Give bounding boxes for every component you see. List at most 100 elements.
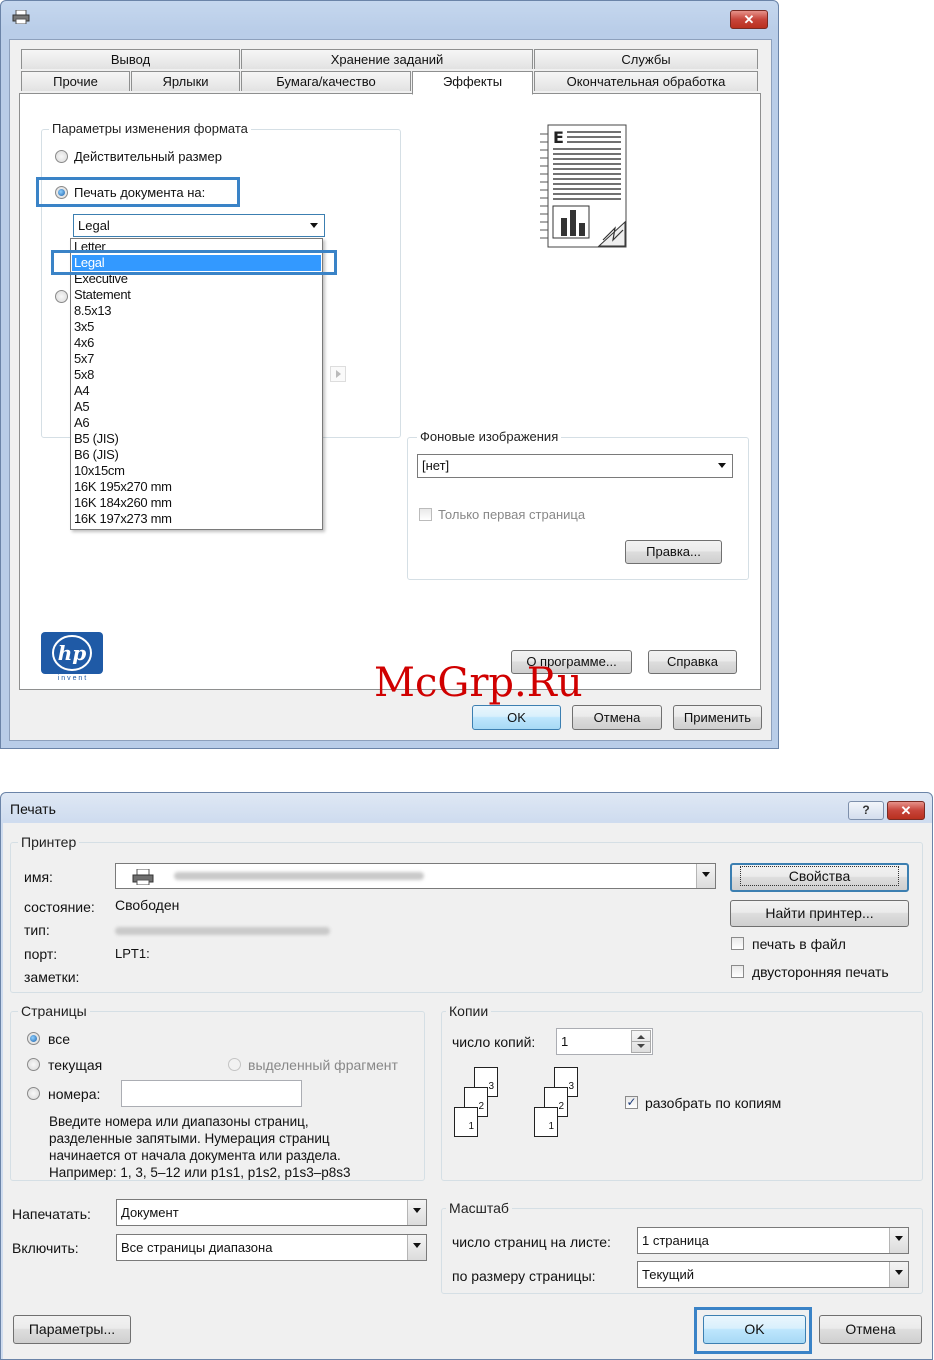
background-image-combo[interactable]: [нет] (417, 454, 733, 478)
paper-option[interactable]: 16K 195x270 mm (74, 479, 172, 495)
print-what-value: Документ (121, 1205, 179, 1220)
paper-option[interactable]: 5x8 (74, 367, 94, 383)
svg-text:hp: hp (58, 641, 87, 665)
include-combo[interactable]: Все страницы диапазона (116, 1234, 427, 1261)
page-icon: 1 (534, 1107, 558, 1137)
pages-numbers-input[interactable] (121, 1080, 302, 1107)
pages-hint: Введите номера или диапазоны страниц, ра… (49, 1113, 351, 1181)
paper-option[interactable]: B6 (JIS) (74, 447, 119, 463)
slider-arrow-icon[interactable] (330, 366, 346, 382)
tab-finishing[interactable]: Окончательная обработка (534, 71, 758, 91)
paper-size-combo[interactable]: Legal (73, 214, 325, 237)
print-to-file-checkbox[interactable] (731, 937, 744, 950)
pages-per-sheet-combo[interactable]: 1 страница (637, 1227, 909, 1254)
pages-selection-radio[interactable] (228, 1058, 241, 1071)
tab-advanced[interactable]: Прочие (21, 71, 130, 91)
pages-numbers-label: номера: (48, 1086, 101, 1102)
printer-type-redacted (115, 927, 330, 935)
print-what-label: Напечатать: (12, 1206, 91, 1222)
properties-button[interactable]: Свойства (730, 863, 909, 892)
tab-services[interactable]: Службы (534, 49, 758, 69)
scale-to-paper-value: Текущий (642, 1267, 694, 1282)
pages-hint-line: разделенные запятыми. Нумерация страниц (49, 1131, 330, 1146)
print-what-combo[interactable]: Документ (116, 1199, 427, 1226)
help-icon[interactable]: ? (848, 801, 884, 820)
paper-option[interactable]: 5x7 (74, 351, 94, 367)
chevron-down-icon[interactable] (305, 215, 324, 236)
apply-button[interactable]: Применить (673, 705, 762, 730)
zoom-group-title: Масштаб (446, 1200, 512, 1216)
tab-job-storage[interactable]: Хранение заданий (241, 49, 533, 69)
include-value: Все страницы диапазона (121, 1240, 273, 1255)
paper-option[interactable]: A5 (74, 399, 90, 415)
hidden-option-radio[interactable] (55, 290, 68, 303)
collate-label: разобрать по копиям (645, 1095, 782, 1111)
tab-shortcuts[interactable]: Ярлыки (131, 71, 240, 91)
pages-numbers-radio[interactable] (27, 1087, 40, 1100)
close-icon[interactable]: ✕ (730, 10, 768, 29)
pages-per-sheet-label: число страниц на листе: (452, 1234, 611, 1250)
chevron-down-icon[interactable] (407, 1235, 426, 1260)
paper-option[interactable]: A4 (74, 383, 90, 399)
paper-option[interactable]: 4x6 (74, 335, 94, 351)
pages-hint-line: Например: 1, 3, 5–12 или p1s1, p1s2, p1s… (49, 1165, 351, 1180)
background-images-title: Фоновые изображения (417, 429, 562, 444)
edit-button[interactable]: Правка... (625, 540, 722, 564)
cancel-button[interactable]: Отмена (819, 1315, 922, 1344)
printer-icon (132, 868, 154, 888)
paper-option[interactable]: B5 (JIS) (74, 431, 119, 447)
print-to-file-label: печать в файл (752, 936, 846, 952)
paper-option[interactable]: A6 (74, 415, 90, 431)
find-printer-button[interactable]: Найти принтер... (730, 900, 909, 927)
pages-hint-line: начинается от начала документа или разде… (49, 1148, 341, 1163)
chevron-down-icon[interactable] (889, 1228, 908, 1253)
tab-paper-quality[interactable]: Бумага/качество (241, 71, 411, 91)
chevron-down-icon[interactable] (889, 1262, 908, 1287)
actual-size-radio[interactable] (55, 150, 68, 163)
tab-output[interactable]: Вывод (21, 49, 240, 69)
printer-icon (12, 9, 30, 25)
cancel-button[interactable]: Отмена (572, 705, 662, 730)
chevron-down-icon[interactable] (407, 1200, 426, 1225)
chevron-down-icon[interactable] (713, 455, 732, 477)
collate-checkbox[interactable]: ✓ (625, 1096, 638, 1109)
printer-type-label: тип: (24, 922, 50, 938)
printer-notes-label: заметки: (24, 969, 80, 985)
first-page-only-checkbox[interactable] (419, 508, 432, 521)
copies-spinner[interactable] (631, 1030, 651, 1053)
tab-effects[interactable]: Эффекты (412, 71, 533, 95)
paper-option[interactable]: Statement (74, 287, 131, 303)
scale-to-paper-label: по размеру страницы: (452, 1268, 596, 1284)
svg-text:E: E (553, 128, 564, 147)
paper-option[interactable]: 8.5x13 (74, 303, 112, 319)
paper-size-dropdown-list[interactable]: Letter Legal Executive Statement 8.5x13 … (70, 238, 323, 530)
paper-option[interactable]: 3x5 (74, 319, 94, 335)
first-page-only-label: Только первая страница (438, 507, 586, 522)
properties-button-label: Свойства (739, 866, 900, 886)
printer-port-value: LPT1: (115, 946, 150, 961)
scale-to-paper-combo[interactable]: Текущий (637, 1261, 909, 1288)
ok-button[interactable]: OK (472, 705, 561, 730)
chevron-down-icon[interactable] (696, 864, 715, 888)
help-button[interactable]: Справка (648, 650, 737, 674)
pages-current-label: текущая (48, 1057, 103, 1073)
printer-name-combo[interactable] (115, 863, 716, 889)
options-button[interactable]: Параметры... (13, 1315, 131, 1344)
duplex-checkbox[interactable] (731, 965, 744, 978)
print-dialog-client: Принтер имя: состояние: Свободен тип: по… (3, 823, 932, 1359)
actual-size-label: Действительный размер (74, 149, 222, 164)
watermark: McGrp.Ru (374, 660, 583, 706)
copies-count-value: 1 (561, 1034, 569, 1049)
pages-all-radio[interactable] (27, 1032, 40, 1045)
pages-current-radio[interactable] (27, 1058, 40, 1071)
document-preview-icon: E (537, 124, 629, 250)
printer-name-redacted (174, 872, 424, 880)
paper-option[interactable]: 16K 197x273 mm (74, 511, 172, 527)
printer-status-label: состояние: (24, 899, 95, 915)
close-icon[interactable]: ✕ (887, 801, 925, 820)
highlight-ok-button (694, 1307, 812, 1354)
paper-option[interactable]: 10x15cm (74, 463, 125, 479)
printer-group-title: Принтер (18, 834, 80, 850)
paper-option[interactable]: 16K 184x260 mm (74, 495, 172, 511)
pages-group-title: Страницы (18, 1003, 90, 1019)
